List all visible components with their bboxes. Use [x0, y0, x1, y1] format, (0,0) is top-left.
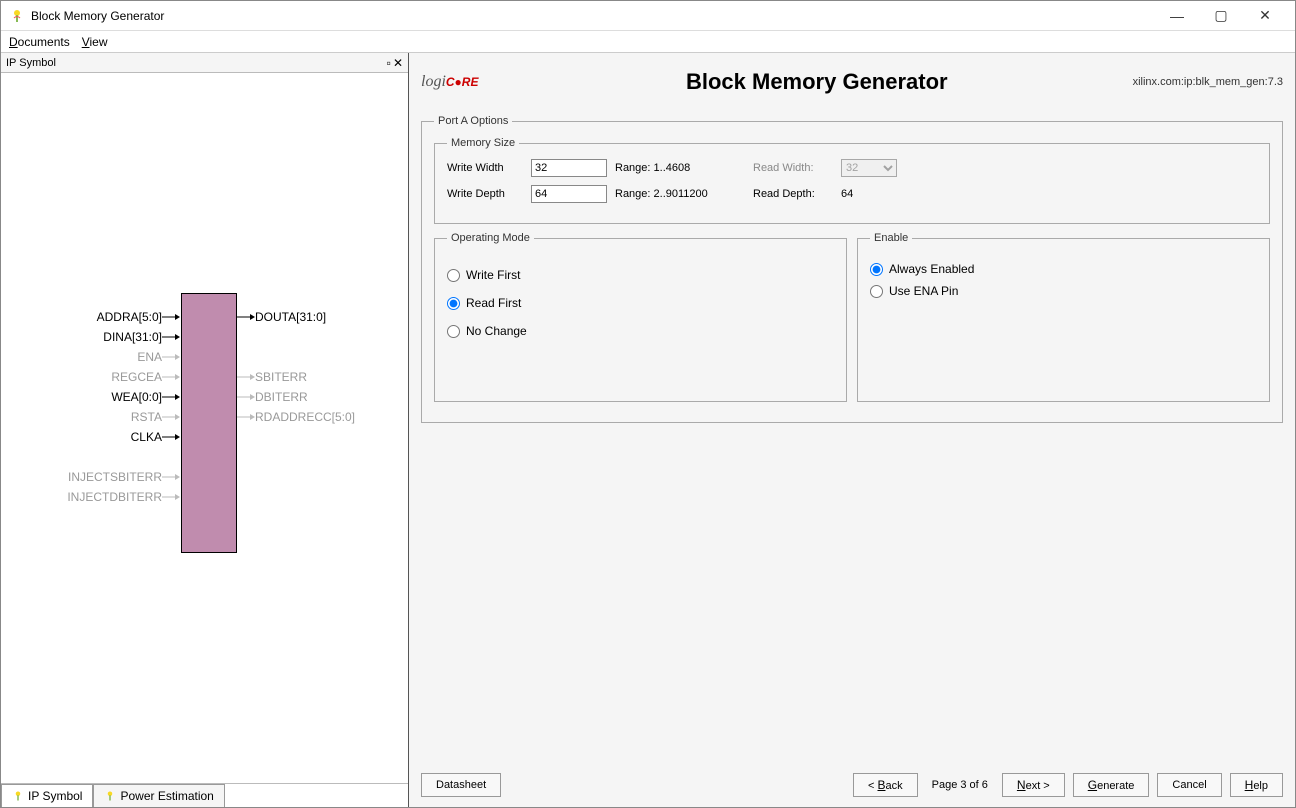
ip-symbol-title: IP Symbol	[6, 57, 387, 69]
wizard-footer: Datasheet < Back Page 3 of 6 Next > Gene…	[421, 771, 1283, 807]
group-enable-legend: Enable	[870, 232, 912, 244]
port-dbiterr: DBITERR	[237, 390, 308, 404]
group-operating-mode: Operating Mode Write First Read First No…	[434, 232, 847, 402]
port-rsta: RSTA	[131, 410, 180, 424]
window-title: Block Memory Generator	[31, 9, 1155, 23]
read-depth-label: Read Depth:	[753, 188, 833, 200]
write-width-range: Range: 1..4608	[615, 162, 745, 174]
app-icon	[9, 8, 25, 24]
ip-block	[181, 293, 237, 553]
port-clka: CLKA	[131, 430, 180, 444]
radio-use-ena-pin[interactable]: Use ENA Pin	[870, 284, 1257, 298]
next-button[interactable]: Next >	[1002, 773, 1065, 797]
radio-always-enabled[interactable]: Always Enabled	[870, 262, 1257, 276]
write-depth-label: Write Depth	[447, 188, 523, 200]
menu-documents[interactable]: Documents	[9, 35, 70, 49]
port-addra50: ADDRA[5:0]	[97, 310, 180, 324]
port-ena: ENA	[137, 350, 180, 364]
bottom-tabs: IP Symbol Power Estimation	[1, 783, 408, 807]
port-rdaddrecc50: RDADDRECC[5:0]	[237, 410, 355, 424]
ip-vlnv: xilinx.com:ip:blk_mem_gen:7.3	[1133, 76, 1283, 88]
read-width-label: Read Width:	[753, 162, 833, 174]
logicore-logo: logiC●RE	[421, 73, 501, 91]
back-button[interactable]: < Back	[853, 773, 918, 797]
port-wea00: WEA[0:0]	[111, 390, 180, 404]
group-operating-mode-legend: Operating Mode	[447, 232, 534, 244]
config-title: Block Memory Generator	[501, 69, 1133, 95]
ip-symbol-canvas: ADDRA[5:0] DINA[31:0] ENA REGCEA WEA[0:0] RST…	[1, 73, 408, 783]
group-memory-size-legend: Memory Size	[447, 137, 519, 149]
title-bar: Block Memory Generator — ▢ ✕	[1, 1, 1295, 31]
write-width-input[interactable]	[531, 159, 607, 177]
tab-ip-symbol[interactable]: IP Symbol	[1, 784, 93, 807]
menu-view[interactable]: View	[82, 35, 108, 49]
cancel-button[interactable]: Cancel	[1157, 773, 1221, 797]
group-port-a-legend: Port A Options	[434, 115, 512, 127]
generate-button[interactable]: Generate	[1073, 773, 1150, 797]
read-depth-value: 64	[841, 188, 853, 200]
maximize-button[interactable]: ▢	[1199, 2, 1243, 30]
radio-write-first[interactable]: Write First	[447, 268, 834, 282]
help-button[interactable]: Help	[1230, 773, 1283, 797]
port-dina310: DINA[31:0]	[103, 330, 180, 344]
port-regcea: REGCEA	[111, 370, 180, 384]
panel-close-icon[interactable]: ✕	[393, 56, 403, 70]
write-depth-input[interactable]	[531, 185, 607, 203]
close-button[interactable]: ✕	[1243, 2, 1287, 30]
tab-power-estimation[interactable]: Power Estimation	[93, 784, 224, 807]
ip-symbol-header: IP Symbol ▫ ✕	[1, 53, 408, 73]
menu-bar: Documents View	[1, 31, 1295, 53]
write-width-label: Write Width	[447, 162, 523, 174]
group-port-a: Port A Options Memory Size Write Width R…	[421, 115, 1283, 423]
panel-float-icon[interactable]: ▫	[387, 56, 391, 70]
group-enable: Enable Always Enabled Use ENA Pin	[857, 232, 1270, 402]
page-label: Page 3 of 6	[926, 779, 994, 791]
write-depth-range: Range: 2..9011200	[615, 188, 745, 200]
datasheet-button[interactable]: Datasheet	[421, 773, 501, 797]
config-header: logiC●RE Block Memory Generator xilinx.c…	[421, 57, 1283, 107]
group-memory-size: Memory Size Write Width Range: 1..4608 R…	[434, 137, 1270, 224]
read-width-select: 32	[841, 159, 897, 177]
port-injectdbiterr: INJECTDBITERR	[67, 490, 180, 504]
port-douta310: DOUTA[31:0]	[237, 310, 326, 324]
port-injectsbiterr: INJECTSBITERR	[68, 470, 180, 484]
ip-symbol-panel: IP Symbol ▫ ✕ ADDRA[5:0] DINA[31:0] ENA REG…	[1, 53, 409, 807]
minimize-button[interactable]: —	[1155, 2, 1199, 30]
port-sbiterr: SBITERR	[237, 370, 307, 384]
config-panel: logiC●RE Block Memory Generator xilinx.c…	[409, 53, 1295, 807]
radio-read-first[interactable]: Read First	[447, 296, 834, 310]
radio-no-change[interactable]: No Change	[447, 324, 834, 338]
